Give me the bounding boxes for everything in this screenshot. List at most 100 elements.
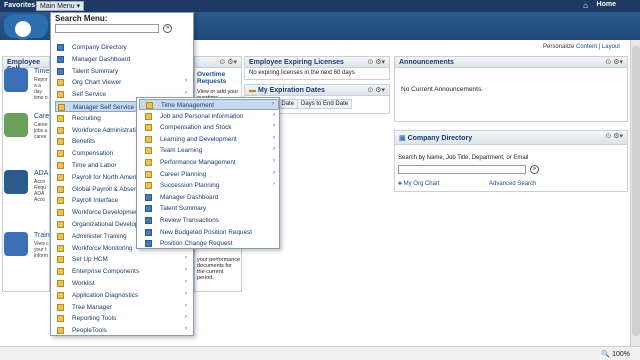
chevron-right-icon: › xyxy=(273,146,275,153)
folder-icon xyxy=(57,91,64,99)
chevron-right-icon: › xyxy=(185,326,187,333)
scrollbar-thumb[interactable] xyxy=(632,46,640,336)
menu-item-time-management[interactable]: Time Management › xyxy=(139,99,279,110)
ess-item-icon[interactable] xyxy=(4,113,28,137)
menu-item-set-up-hcm[interactable]: Set Up HCM › xyxy=(55,254,191,265)
menu-item-label: Time Management xyxy=(161,102,215,109)
advanced-search-link[interactable]: Advanced Search xyxy=(489,181,536,187)
menu-item-label: Learning and Development xyxy=(160,135,237,143)
page-icon xyxy=(145,193,152,201)
menu-item-label: Team Learning xyxy=(160,147,203,155)
overtime-requests-link[interactable]: Overtime Requests xyxy=(197,71,241,85)
folder-icon xyxy=(145,147,152,155)
menu-item-label: Global Payroll & Absence xyxy=(72,185,145,193)
menu-item-company-directory[interactable]: Company Directory xyxy=(55,42,191,53)
menu-item-talent-summary[interactable]: Talent Summary xyxy=(139,203,279,214)
menu-item-job-and-personal-information[interactable]: Job and Personal Information › xyxy=(139,111,279,122)
ess-item-title[interactable]: Care xyxy=(34,113,49,120)
folder-icon xyxy=(57,126,64,134)
folder-icon xyxy=(57,280,64,287)
expiring-licenses-pagelet: Employee Expiring Licenses ⊙ ⚙▾ No expiri… xyxy=(244,56,390,80)
menu-item-team-learning[interactable]: Team Learning › xyxy=(139,145,279,156)
ess-item-description: View c your t inform xyxy=(34,241,49,259)
menu-item-talent-summary[interactable]: Talent Summary xyxy=(55,66,191,77)
personalize-layout-link[interactable]: Layout xyxy=(602,44,620,50)
menu-search-input[interactable] xyxy=(55,24,159,33)
page-icon xyxy=(145,240,152,248)
folder-icon xyxy=(57,268,64,276)
menu-item-position-change-request[interactable]: Position Change Request xyxy=(139,238,279,249)
page-scrollbar[interactable] xyxy=(630,40,640,348)
folder-icon xyxy=(57,327,64,335)
ess-item-icon[interactable] xyxy=(4,68,28,92)
folder-icon xyxy=(57,291,64,299)
folder-icon: ▬ xyxy=(249,87,256,94)
personalize-content-link[interactable]: Content xyxy=(576,44,597,50)
folder-icon xyxy=(57,173,64,181)
menu-item-label: Company Directory xyxy=(72,44,127,51)
top-navigation-bar: Favorites ▾ Main Menu ▾ ⌂ Home xyxy=(0,0,640,12)
menu-item-succession-planning[interactable]: Succession Planning › xyxy=(139,180,279,191)
personalize-separator: | xyxy=(598,44,601,50)
menu-item-manager-dashboard[interactable]: Manager Dashboard xyxy=(55,54,191,65)
ess-item-icon[interactable] xyxy=(4,170,28,194)
menu-item-label: PeopleTools xyxy=(72,327,107,335)
menu-item-label: Tree Manager xyxy=(72,303,112,311)
directory-search-go-button[interactable]: » xyxy=(530,165,539,174)
menu-item-worklist[interactable]: Worklist › xyxy=(55,278,191,289)
pagelet-controls[interactable]: ⊙ ⚙▾ xyxy=(605,58,623,66)
menu-item-manager-dashboard[interactable]: Manager Dashboard xyxy=(139,192,279,203)
pagelet-controls[interactable]: ⊙ ⚙▾ xyxy=(367,86,385,94)
menu-item-reporting-tools[interactable]: Reporting Tools › xyxy=(55,313,191,324)
home-link[interactable]: Home xyxy=(597,1,616,8)
pagelet-controls[interactable]: ⊙ ⚙▾ xyxy=(367,58,385,66)
directory-search-input[interactable] xyxy=(398,165,526,174)
ess-item-icon[interactable] xyxy=(4,232,28,256)
menu-item-label: Position Change Request xyxy=(160,240,233,248)
menu-item-performance-management[interactable]: Performance Management › xyxy=(139,157,279,168)
chevron-right-icon: › xyxy=(185,78,187,85)
menu-item-label: Talent Summary xyxy=(72,67,119,75)
pagelet-header: ▣ Company Directory ⊙ ⚙▾ xyxy=(395,131,627,145)
search-menu-title: Search Menu: xyxy=(55,14,108,23)
menu-item-tree-manager[interactable]: Tree Manager › xyxy=(55,302,191,313)
home-icon[interactable]: ⌂ xyxy=(583,1,588,10)
folder-icon xyxy=(145,159,152,166)
zoom-level[interactable]: 🔍 100% xyxy=(601,350,630,358)
folder-icon xyxy=(57,185,64,193)
expiration-column-header[interactable]: Days to End Date xyxy=(297,99,353,109)
my-org-chart-link[interactable]: My Org Chart xyxy=(404,181,440,187)
folder-icon xyxy=(57,197,64,205)
menu-item-label: Workforce Administration xyxy=(72,126,143,134)
ess-item-title[interactable]: ADA xyxy=(34,170,48,177)
menu-item-org-chart-viewer[interactable]: Org Chart Viewer › xyxy=(55,77,191,88)
folder-icon xyxy=(58,104,65,111)
menu-item-label: Compensation xyxy=(72,150,114,158)
folder-icon xyxy=(57,256,64,264)
chevron-right-icon: › xyxy=(185,290,187,297)
menu-item-peopletools[interactable]: PeopleTools › xyxy=(55,325,191,336)
page-icon xyxy=(57,55,64,63)
pagelet-controls[interactable]: ⊙ ⚙▾ xyxy=(219,58,237,66)
menu-item-learning-and-development[interactable]: Learning and Development › xyxy=(139,134,279,145)
menu-item-compensation-and-stock[interactable]: Compensation and Stock › xyxy=(139,122,279,133)
menu-item-label: Application Diagnostics xyxy=(72,291,139,299)
page-icon xyxy=(145,217,152,224)
favorites-label: Favorites xyxy=(4,2,36,9)
menu-item-enterprise-components[interactable]: Enterprise Components › xyxy=(55,266,191,277)
folder-icon xyxy=(57,315,64,323)
menu-item-label: Administer Training xyxy=(72,232,127,240)
page-icon xyxy=(145,228,152,236)
folder-icon xyxy=(57,162,64,169)
performance-description: your performance documents for the curre… xyxy=(197,257,241,281)
ess-item-description: Caree jobs a caree xyxy=(34,122,48,140)
menu-item-review-transactions[interactable]: Review Transactions xyxy=(139,215,279,226)
folder-icon xyxy=(145,170,152,178)
main-menu-button[interactable]: Main Menu ▾ xyxy=(36,1,85,11)
pagelet-controls[interactable]: ⊙ ⚙▾ xyxy=(605,132,623,140)
menu-item-career-planning[interactable]: Career Planning › xyxy=(139,169,279,180)
ess-item-title[interactable]: Time xyxy=(34,68,49,75)
menu-search-go-button[interactable]: » xyxy=(163,24,172,33)
menu-item-application-diagnostics[interactable]: Application Diagnostics › xyxy=(55,290,191,301)
menu-item-new-budgeted-position-request[interactable]: New Budgeted Position Request xyxy=(139,227,279,238)
